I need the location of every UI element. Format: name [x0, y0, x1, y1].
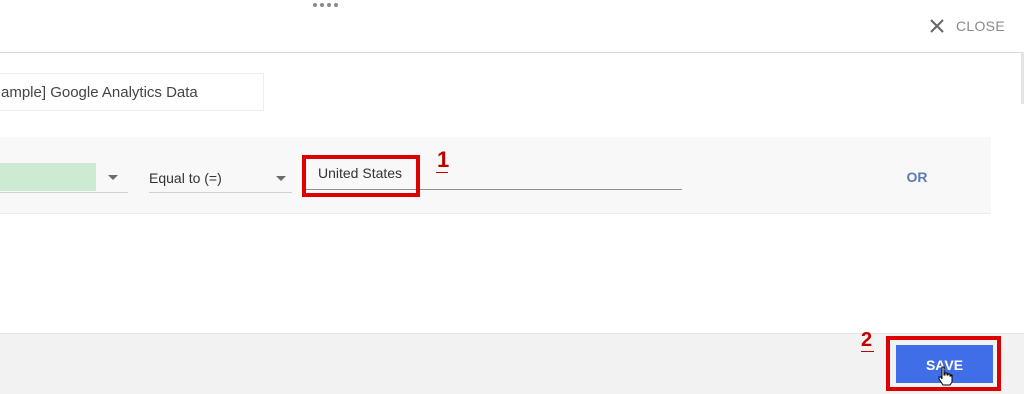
close-icon: [930, 19, 944, 33]
dimension-select-underline: [0, 192, 128, 193]
annotation-underline-2: [861, 351, 874, 352]
save-button[interactable]: SAVE: [896, 345, 993, 383]
or-button[interactable]: OR: [895, 166, 939, 188]
drag-handle-icon[interactable]: [313, 3, 339, 9]
dimension-dropdown-caret-icon[interactable]: [108, 175, 118, 180]
annotation-step-1: 1: [437, 147, 450, 172]
operator-select-underline: [149, 192, 292, 193]
operator-select-value: Equal to (=): [149, 170, 222, 186]
close-button[interactable]: CLOSE: [928, 14, 1005, 38]
annotation-underline-1: [436, 172, 448, 173]
dimension-select[interactable]: [0, 163, 96, 191]
filter-name-value: ample] Google Analytics Data: [1, 83, 198, 101]
annotation-step-2: 2: [861, 329, 873, 351]
filter-editor-dialog: CLOSE ample] Google Analytics Data Equal…: [0, 0, 1024, 394]
operator-select[interactable]: Equal to (=): [149, 163, 292, 193]
dialog-header: CLOSE: [0, 0, 1024, 53]
filter-name-field[interactable]: ample] Google Analytics Data: [0, 73, 264, 111]
operator-dropdown-caret-icon: [276, 176, 286, 181]
filter-value-input[interactable]: [306, 156, 682, 190]
close-label: CLOSE: [956, 18, 1005, 34]
